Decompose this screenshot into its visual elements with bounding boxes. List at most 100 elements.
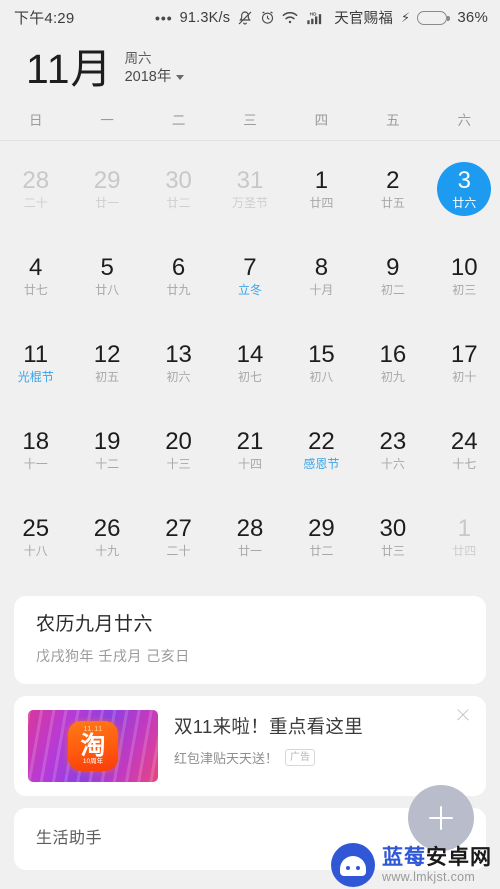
day-lunar-label: 初九 bbox=[380, 370, 405, 385]
day-lunar-label: 廿一 bbox=[95, 196, 120, 211]
day-circle: 10 初三 bbox=[437, 249, 491, 303]
day-lunar-label: 立冬 bbox=[237, 283, 262, 298]
year-selector[interactable]: 2018年 bbox=[125, 68, 185, 87]
day-circle: 30 廿二 bbox=[152, 162, 206, 216]
calendar-day-cell[interactable]: 9 初二 bbox=[357, 232, 428, 319]
calendar-day-cell[interactable]: 29 廿一 bbox=[71, 145, 142, 232]
status-more-dots: ••• bbox=[154, 9, 173, 26]
day-lunar-label: 初七 bbox=[237, 370, 262, 385]
calendar-day-cell[interactable]: 14 初七 bbox=[214, 319, 285, 406]
calendar-day-cell[interactable]: 29 廿二 bbox=[286, 493, 357, 580]
day-number: 7 bbox=[243, 253, 257, 281]
watermark-url: www.lmkjst.com bbox=[382, 869, 476, 884]
day-number: 21 bbox=[236, 427, 264, 455]
day-lunar-label: 廿八 bbox=[95, 283, 120, 298]
calendar-header: 11月 周六 2018年 bbox=[0, 35, 500, 96]
day-circle: 30 廿三 bbox=[366, 510, 420, 564]
day-number: 16 bbox=[379, 340, 407, 368]
calendar-day-cell[interactable]: 24 十七 bbox=[429, 406, 500, 493]
status-bar: 下午4:29 ••• 91.3K/s HD 天官赐福 ⚡ 36% bbox=[0, 0, 500, 35]
header-year-label: 2018年 bbox=[124, 69, 172, 86]
calendar-day-cell[interactable]: 4 廿七 bbox=[0, 232, 71, 319]
day-number: 4 bbox=[29, 253, 43, 281]
day-circle: 11 光棍节 bbox=[9, 336, 63, 390]
calendar-day-cell[interactable]: 20 十三 bbox=[143, 406, 214, 493]
ad-thumb-char: 淘 bbox=[80, 731, 106, 760]
day-number: 30 bbox=[165, 166, 192, 194]
day-lunar-label: 廿一 bbox=[237, 544, 262, 559]
android-robot-icon bbox=[331, 843, 375, 887]
calendar-day-cell[interactable]: 27 二十 bbox=[143, 493, 214, 580]
ad-card[interactable]: 11.11 淘 10周年 双11来啦！重点看这里 红包津贴天天送！ 广告 bbox=[14, 695, 486, 796]
day-lunar-label: 二十 bbox=[166, 544, 191, 559]
day-number: 27 bbox=[165, 514, 192, 542]
add-event-fab[interactable] bbox=[408, 785, 474, 851]
calendar-day-cell[interactable]: 31 万圣节 bbox=[214, 145, 285, 232]
day-circle: 28 二十 bbox=[9, 162, 63, 216]
calendar-day-cell[interactable]: 30 廿二 bbox=[143, 145, 214, 232]
day-number: 5 bbox=[100, 253, 114, 281]
calendar-day-cell[interactable]: 6 廿九 bbox=[143, 232, 214, 319]
ad-tag-badge: 广告 bbox=[285, 748, 316, 766]
calendar-day-cell[interactable]: 5 廿八 bbox=[71, 232, 142, 319]
calendar-day-cell[interactable]: 28 廿一 bbox=[214, 493, 285, 580]
calendar-day-cell[interactable]: 2 廿五 bbox=[357, 145, 428, 232]
day-circle: 25 十八 bbox=[9, 510, 63, 564]
calendar-day-cell[interactable]: 10 初三 bbox=[429, 232, 500, 319]
calendar-day-cell[interactable]: 1 廿四 bbox=[286, 145, 357, 232]
calendar-day-cell[interactable]: 12 初五 bbox=[71, 319, 142, 406]
calendar-day-cell[interactable]: 13 初六 bbox=[143, 319, 214, 406]
calendar-day-cell[interactable]: 3 廿六 bbox=[429, 145, 500, 232]
day-number: 10 bbox=[450, 253, 478, 281]
day-number: 14 bbox=[236, 340, 264, 368]
day-lunar-label: 十九 bbox=[95, 544, 120, 559]
close-icon[interactable] bbox=[454, 706, 472, 724]
day-lunar-label: 廿六 bbox=[452, 196, 477, 211]
lunar-date-title: 农历九月廿六 bbox=[36, 614, 154, 635]
day-lunar-label: 初二 bbox=[380, 283, 405, 298]
calendar-day-cell[interactable]: 7 立冬 bbox=[214, 232, 285, 319]
day-number: 2 bbox=[386, 166, 400, 194]
calendar-day-cell[interactable]: 17 初十 bbox=[429, 319, 500, 406]
calendar-day-cell[interactable]: 18 十一 bbox=[0, 406, 71, 493]
calendar-day-cell[interactable]: 25 十八 bbox=[0, 493, 71, 580]
day-number: 23 bbox=[379, 427, 407, 455]
day-circle: 27 二十 bbox=[152, 510, 206, 564]
calendar-day-cell[interactable]: 8 十月 bbox=[286, 232, 357, 319]
day-circle: 5 廿八 bbox=[80, 249, 134, 303]
calendar-day-cell[interactable]: 21 十四 bbox=[214, 406, 285, 493]
day-number: 31 bbox=[236, 166, 264, 194]
day-circle: 20 十三 bbox=[152, 423, 206, 477]
calendar-grid: 28 二十 29 廿一 30 廿二 31 万圣节 1 廿四 2 廿五 3 廿六 4 廿七 5 廿八 6 廿九 7 立冬 8 十… bbox=[0, 141, 500, 580]
lunar-date-subtitle: 戊戌狗年 壬戌月 己亥日 bbox=[36, 647, 190, 664]
day-lunar-label: 感恩节 bbox=[303, 457, 340, 472]
calendar-day-cell[interactable]: 26 十九 bbox=[71, 493, 142, 580]
carrier-label: 天官赐福 bbox=[334, 11, 394, 27]
site-watermark: 蓝莓安卓网 www.lmkjst.com bbox=[331, 843, 492, 887]
status-time: 下午4:29 bbox=[14, 10, 75, 27]
day-lunar-label: 廿四 bbox=[452, 544, 477, 559]
calendar-day-cell[interactable]: 28 二十 bbox=[0, 145, 71, 232]
calendar-day-cell[interactable]: 30 廿三 bbox=[357, 493, 428, 580]
day-number: 12 bbox=[93, 340, 121, 368]
calendar-day-cell[interactable]: 19 十二 bbox=[71, 406, 142, 493]
day-number: 19 bbox=[93, 427, 121, 455]
day-lunar-label: 初三 bbox=[452, 283, 477, 298]
calendar-day-cell[interactable]: 22 感恩节 bbox=[286, 406, 357, 493]
weekday-label-6: 六 bbox=[457, 113, 472, 128]
calendar-day-cell[interactable]: 23 十六 bbox=[357, 406, 428, 493]
bolt-icon: ⚡ bbox=[401, 9, 411, 25]
day-number: 17 bbox=[450, 340, 478, 368]
day-number: 28 bbox=[236, 514, 264, 542]
calendar-day-cell[interactable]: 15 初八 bbox=[286, 319, 357, 406]
lunar-info-card[interactable]: 农历九月廿六 戊戌狗年 壬戌月 己亥日 bbox=[14, 596, 486, 684]
day-lunar-label: 廿九 bbox=[166, 283, 191, 298]
calendar-day-cell[interactable]: 16 初九 bbox=[357, 319, 428, 406]
day-circle: 29 廿一 bbox=[80, 162, 134, 216]
day-circle: 6 廿九 bbox=[152, 249, 206, 303]
day-circle: 1 廿四 bbox=[294, 162, 348, 216]
calendar-day-cell[interactable]: 11 光棍节 bbox=[0, 319, 71, 406]
calendar-day-cell[interactable]: 1 廿四 bbox=[429, 493, 500, 580]
ad-thumbnail[interactable]: 11.11 淘 10周年 bbox=[28, 709, 158, 782]
day-circle: 19 十二 bbox=[80, 423, 134, 477]
